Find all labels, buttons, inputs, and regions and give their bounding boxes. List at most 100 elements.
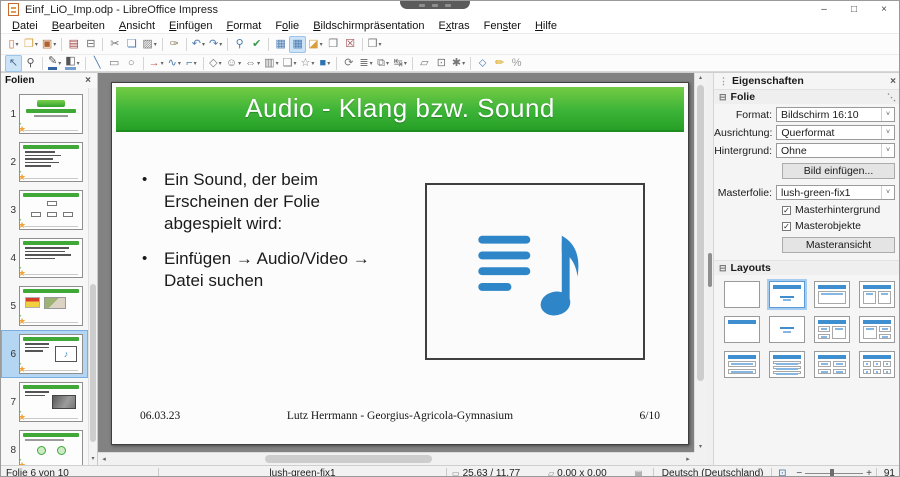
layout-option-title-content-2content[interactable] bbox=[859, 316, 895, 343]
layout-option-title-content[interactable] bbox=[814, 281, 850, 308]
chevron-down-icon[interactable]: ˅ bbox=[881, 108, 894, 121]
copy-button[interactable]: ❏ bbox=[123, 36, 140, 53]
chevron-down-icon[interactable]: ▾ bbox=[386, 60, 389, 67]
menu-format[interactable]: Format bbox=[219, 18, 268, 33]
clone-formatting-button[interactable]: ✑ bbox=[166, 36, 183, 53]
undo-button[interactable]: ↶▾ bbox=[190, 36, 207, 53]
chevron-right-icon[interactable]: ▸ bbox=[682, 453, 694, 466]
menu-fenster[interactable]: Fenster bbox=[477, 18, 528, 33]
collapse-icon[interactable]: ⊟ bbox=[719, 92, 727, 103]
slide-thumbnail-3[interactable]: 3✦★ bbox=[1, 186, 88, 234]
chevron-up-icon[interactable]: ▴ bbox=[695, 74, 706, 83]
menu-bearbeiten[interactable]: Bearbeiten bbox=[45, 18, 112, 33]
fill-color-button[interactable]: ◧▾ bbox=[63, 55, 81, 72]
dialog-launcher-icon[interactable]: ⋱ bbox=[887, 92, 896, 103]
chevron-down-icon[interactable]: ▾ bbox=[178, 60, 181, 67]
print-button[interactable]: ⊟ bbox=[82, 36, 99, 53]
minimize-button[interactable]: – bbox=[809, 1, 839, 18]
basic-shapes-button[interactable]: ◇▾ bbox=[207, 55, 224, 72]
insert-image-button[interactable]: ◪▾ bbox=[306, 36, 324, 53]
slide-thumbnail-preview[interactable]: ✦★ bbox=[19, 142, 83, 182]
new-document-button[interactable]: ▯▾ bbox=[5, 36, 22, 53]
master-slide-select[interactable]: lush-green-fix1 ˅ bbox=[776, 185, 895, 200]
display-grid-button[interactable]: ▦ bbox=[272, 36, 289, 53]
layout-option-title-content-centered[interactable] bbox=[769, 281, 805, 308]
chevron-down-icon[interactable]: ▾ bbox=[276, 60, 279, 67]
align-objects-button[interactable]: ≣▾ bbox=[357, 55, 374, 72]
fit-slide-button[interactable]: ⊡ bbox=[772, 466, 792, 477]
menu-bildschirmpräsentation[interactable]: Bildschirmpräsentation bbox=[306, 18, 431, 33]
toggle-extrusion-button[interactable]: % bbox=[508, 55, 525, 72]
delete-slide-button[interactable]: ☒ bbox=[342, 36, 359, 53]
shadow-button[interactable]: ▱ bbox=[416, 55, 433, 72]
chevron-down-icon[interactable]: ▾ bbox=[293, 60, 296, 67]
slide-thumbnail-7[interactable]: 7✦★ bbox=[1, 378, 88, 426]
find-replace-button[interactable]: ⚲ bbox=[231, 36, 248, 53]
chevron-down-icon[interactable]: ▾ bbox=[238, 60, 241, 67]
menu-datei[interactable]: Datei bbox=[5, 18, 45, 33]
stars-banners-button[interactable]: ☆▾ bbox=[298, 55, 316, 72]
chevron-down-icon[interactable]: ▾ bbox=[89, 455, 97, 464]
slide-thumbnail-preview[interactable]: ✦★ bbox=[19, 382, 83, 422]
horizontal-scrollbar[interactable]: ◂ ▸ bbox=[98, 452, 694, 465]
chevron-down-icon[interactable]: ▾ bbox=[695, 443, 706, 452]
chevron-down-icon[interactable]: ▾ bbox=[161, 60, 164, 67]
vertical-scrollbar[interactable]: ▴ ▾ bbox=[694, 73, 706, 453]
curves-polygons-button[interactable]: ∿▾ bbox=[166, 55, 183, 72]
slide-thumbnail-preview[interactable]: ✦★ bbox=[19, 286, 83, 326]
slide-image-frame[interactable] bbox=[425, 183, 645, 360]
slide-content-placeholder[interactable]: •Ein Sound, der beim Erscheinen der Foli… bbox=[142, 169, 380, 305]
zoom-pan-button[interactable]: ⚲ bbox=[22, 55, 39, 72]
select-button[interactable]: ↖ bbox=[5, 55, 22, 72]
slide-number-indicator[interactable]: Folie 6 von 10 bbox=[1, 466, 158, 477]
maximize-button[interactable]: □ bbox=[839, 1, 869, 18]
transition-star-icon[interactable]: ★ bbox=[19, 316, 26, 326]
layout-option-title-2content-content[interactable] bbox=[814, 316, 850, 343]
crop-image-button[interactable]: ⊡ bbox=[433, 55, 450, 72]
orientation-select[interactable]: Querformat ˅ bbox=[776, 125, 895, 140]
block-arrows-button[interactable]: ⇔▾ bbox=[243, 55, 262, 72]
chevron-down-icon[interactable]: ▾ bbox=[370, 60, 373, 67]
language-indicator[interactable]: Deutsch (Deutschland) bbox=[654, 466, 771, 477]
slide-thumbnail-preview[interactable]: ♪✦★ bbox=[19, 334, 83, 374]
layout-option-title-3content-rows[interactable] bbox=[769, 351, 805, 378]
layout-option-title-content-over-content[interactable] bbox=[724, 351, 760, 378]
slide-thumbnail-1[interactable]: 1✦★ bbox=[1, 90, 88, 138]
chevron-down-icon[interactable]: ▾ bbox=[16, 41, 19, 48]
chevron-down-icon[interactable]: ▾ bbox=[35, 41, 38, 48]
chevron-down-icon[interactable]: ▾ bbox=[404, 60, 407, 67]
slide-thumbnail-preview[interactable]: ✦★ bbox=[19, 238, 83, 278]
collapse-icon[interactable]: ⊟ bbox=[719, 263, 727, 274]
transition-star-icon[interactable]: ★ bbox=[19, 460, 26, 465]
layout-option-title-6content[interactable] bbox=[859, 351, 895, 378]
chevron-down-icon[interactable]: ˅ bbox=[881, 126, 894, 139]
flowchart-button[interactable]: ▥▾ bbox=[262, 55, 280, 72]
chevron-down-icon[interactable]: ▾ bbox=[154, 41, 157, 48]
spelling-button[interactable]: ✔ bbox=[248, 36, 265, 53]
distribute-button[interactable]: ↹▾ bbox=[392, 55, 409, 72]
layout-option-centered-text[interactable] bbox=[769, 316, 805, 343]
arrange-button[interactable]: ⧉▾ bbox=[375, 55, 392, 72]
transition-star-icon[interactable]: ★ bbox=[19, 220, 26, 230]
connectors-button[interactable]: ⌐▾ bbox=[183, 55, 200, 72]
slide-thumbnail-preview[interactable]: ✦★ bbox=[19, 190, 83, 230]
chevron-down-icon[interactable]: ▾ bbox=[219, 41, 222, 48]
open-file-button[interactable]: ❐▾ bbox=[22, 36, 40, 53]
sidebar-splitter[interactable] bbox=[706, 73, 714, 465]
close-button[interactable]: × bbox=[869, 1, 899, 18]
slide-title-placeholder[interactable]: Audio - Klang bzw. Sound bbox=[116, 87, 684, 132]
checkbox-checked-icon[interactable]: ✓ bbox=[782, 222, 791, 231]
menu-folie[interactable]: Folie bbox=[268, 18, 306, 33]
chevron-down-icon[interactable]: ▾ bbox=[194, 60, 197, 67]
chevron-down-icon[interactable]: ˅ bbox=[881, 186, 894, 199]
close-icon[interactable]: × bbox=[83, 75, 93, 86]
line-color-button[interactable]: ✎▾ bbox=[46, 55, 63, 72]
layout-option-blank[interactable] bbox=[724, 281, 760, 308]
slide-canvas[interactable]: Audio - Klang bzw. Sound •Ein Sound, der… bbox=[111, 82, 689, 445]
master-view-button[interactable]: Masteransicht bbox=[782, 237, 895, 253]
transition-star-icon[interactable]: ★ bbox=[19, 124, 26, 134]
chevron-down-icon[interactable]: ▾ bbox=[379, 41, 382, 48]
slide-panel-scrollbar[interactable]: ▾ bbox=[88, 88, 97, 465]
menu-ansicht[interactable]: Ansicht bbox=[112, 18, 162, 33]
chevron-down-icon[interactable]: ▾ bbox=[58, 60, 61, 67]
